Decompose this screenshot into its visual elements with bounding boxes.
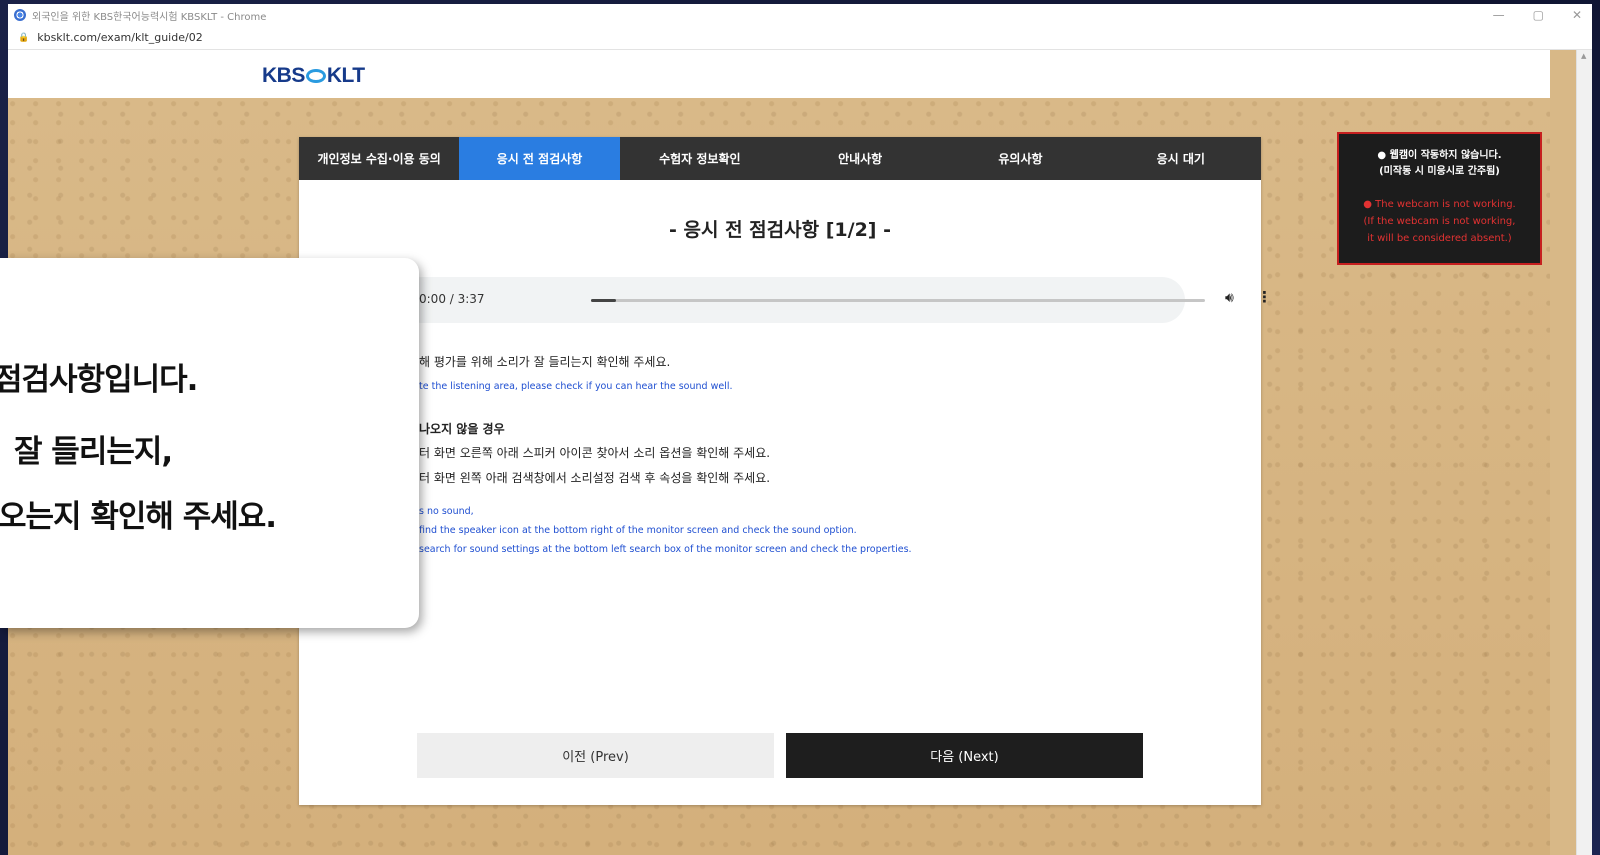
logo-mark-icon xyxy=(305,69,326,83)
no-sound-heading: 나오지 않을 경우 xyxy=(419,422,505,436)
kbsklt-logo[interactable]: KBS KLT xyxy=(262,64,365,88)
window-title: 외국인을 위한 KBS한국어능력시험 KBSKLT - Chrome xyxy=(32,11,267,23)
page-title: - 응시 전 점검사항 [1/2] - xyxy=(669,219,891,241)
sound-check-en: te the listening area, please check if y… xyxy=(419,381,733,392)
next-button[interactable]: 다음 (Next) xyxy=(786,733,1143,778)
minimize-button[interactable]: — xyxy=(1493,8,1505,22)
tab-precautions[interactable]: 유의사항 xyxy=(940,137,1100,180)
scroll-up-icon[interactable]: ▲ xyxy=(1581,52,1586,60)
no-sound-en-heading: s no sound, xyxy=(419,506,474,517)
webcam-warning-en-1: ● The webcam is not working. xyxy=(1363,199,1516,210)
webcam-warning-box: ● 웹캠이 작동하지 않습니다. (미작동 시 미응시로 간주됨) ● The … xyxy=(1337,132,1542,265)
no-sound-ko-2: 터 화면 왼쪽 아래 검색창에서 소리설정 검색 후 속성을 확인해 주세요. xyxy=(419,471,771,485)
webcam-warning-en-2: (If the webcam is not working, xyxy=(1363,216,1516,227)
tab-guidance[interactable]: 안내사항 xyxy=(780,137,940,180)
no-sound-en-2: search for sound settings at the bottom … xyxy=(419,544,912,555)
url-text[interactable]: kbsklt.com/exam/klt_guide/02 xyxy=(37,31,202,44)
audio-progress-bar[interactable] xyxy=(591,299,1205,302)
audio-time: 0:00 / 3:37 xyxy=(419,292,485,306)
chrome-icon xyxy=(14,9,26,21)
audio-progress-fill xyxy=(591,299,616,302)
tab-pre-exam-check[interactable]: 응시 전 점검사항 xyxy=(459,137,620,180)
restore-button[interactable]: ▢ xyxy=(1533,8,1544,22)
page-scrollbar[interactable]: ▲ xyxy=(1576,50,1592,855)
no-sound-en-1: find the speaker icon at the bottom righ… xyxy=(419,525,857,536)
logo-text-klt: KLT xyxy=(326,64,365,87)
audio-player[interactable]: 0:00 / 3:37 🔊︎ ⋮ xyxy=(399,277,1272,323)
more-options-icon[interactable]: ⋮ xyxy=(1257,288,1272,306)
window-controls: — ▢ ✕ xyxy=(1493,4,1582,26)
no-sound-ko-1: 터 화면 오른쪽 아래 스피커 아이콘 찾아서 소리 옵션을 확인해 주세요. xyxy=(419,446,771,460)
logo-text-kbs: KBS xyxy=(262,64,305,87)
exam-panel: 개인정보 수집·이용 동의 응시 전 점검사항 수험자 정보확인 안내사항 유의… xyxy=(299,137,1272,805)
instruction-overlay-card: 점검사항입니다. 잘 들리는지, 오는지 확인해 주세요. xyxy=(0,258,419,628)
address-bar[interactable]: 🔒 kbsklt.com/exam/klt_guide/02 xyxy=(8,26,1592,50)
webcam-warning-en-3: it will be considered absent.) xyxy=(1367,233,1512,244)
overlay-line-3: 오는지 확인해 주세요. xyxy=(0,499,277,535)
webcam-warning-ko-2: (미작동 시 미응시로 간주됨) xyxy=(1379,166,1500,177)
tab-examinee-info[interactable]: 수험자 정보확인 xyxy=(620,137,780,180)
overlay-line-2: 잘 들리는지, xyxy=(14,434,173,470)
step-tabs: 개인정보 수집·이용 동의 응시 전 점검사항 수험자 정보확인 안내사항 유의… xyxy=(299,137,1261,180)
overlay-line-1: 점검사항입니다. xyxy=(0,362,198,398)
close-button[interactable]: ✕ xyxy=(1572,8,1582,22)
tab-exam-waiting[interactable]: 응시 대기 xyxy=(1101,137,1261,180)
tab-privacy-consent[interactable]: 개인정보 수집·이용 동의 xyxy=(299,137,459,180)
title-bar: 외국인을 위한 KBS한국어능력시험 KBSKLT - Chrome — ▢ ✕ xyxy=(8,4,1592,26)
volume-icon[interactable]: 🔊︎ xyxy=(1225,290,1234,306)
sound-check-ko: 해 평가를 위해 소리가 잘 들리는지 확인해 주세요. xyxy=(419,355,671,369)
site-header: KBS KLT xyxy=(8,50,1550,98)
webcam-warning-ko-1: ● 웹캠이 작동하지 않습니다. xyxy=(1377,150,1502,161)
lock-icon: 🔒 xyxy=(18,32,30,43)
prev-button[interactable]: 이전 (Prev) xyxy=(417,733,774,778)
